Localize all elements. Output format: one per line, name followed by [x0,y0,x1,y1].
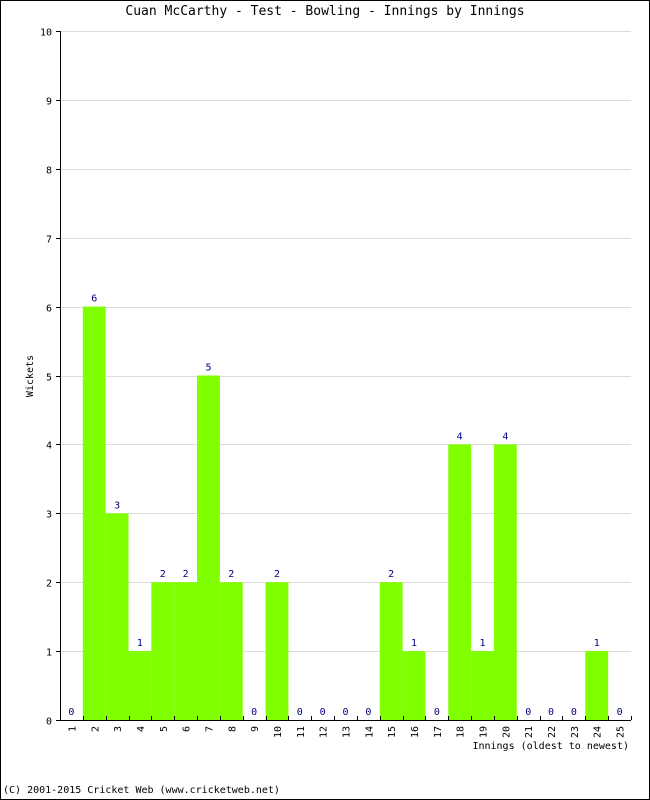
x-tick-label: 20 [501,726,512,738]
y-tick-label: 5 [46,373,52,384]
x-tick-label: 16 [410,726,421,738]
bar [585,651,609,720]
y-tick-label: 7 [46,235,52,246]
x-tick-label: 12 [319,726,330,738]
value-label: 0 [548,707,554,718]
value-label: 2 [274,569,280,580]
x-tick-label: 11 [296,726,307,738]
value-label: 5 [205,363,211,374]
value-label: 0 [297,707,303,718]
bar [219,582,243,720]
axes [56,31,632,721]
x-tick-label: 24 [593,726,604,738]
footer-copyright: (C) 2001-2015 Cricket Web (www.cricketwe… [3,785,280,796]
x-tick-label: 2 [90,726,101,732]
bar [151,582,175,720]
value-label: 1 [411,638,417,649]
bar [105,513,129,720]
x-tick-label: 19 [479,726,490,738]
x-tick-label: 9 [250,726,261,732]
y-tick-label: 3 [46,510,52,521]
y-tick-label: 10 [40,28,52,39]
x-tick-label: 17 [433,726,444,738]
value-label: 0 [434,707,440,718]
y-tick-label: 0 [46,717,52,728]
bar [174,582,198,720]
x-tick-label: 14 [364,726,375,738]
y-tick-label: 1 [46,648,52,659]
value-label: 4 [502,431,508,442]
x-tick-label: 23 [570,726,581,738]
bar [471,651,494,720]
value-label: 0 [525,707,531,718]
bar [197,375,220,720]
y-tick-label: 4 [46,441,52,452]
value-label: 2 [160,569,166,580]
value-label: 0 [571,707,577,718]
x-tick-label: 22 [547,726,558,738]
value-label: 0 [365,707,371,718]
value-label: 1 [594,638,600,649]
value-label: 3 [114,500,120,511]
x-tick-label: 15 [387,726,398,738]
value-label: 6 [91,294,97,305]
bar [265,582,289,720]
bar [402,651,426,720]
x-tick-label: 21 [524,726,535,738]
bar [379,582,403,720]
x-tick-label: 10 [273,726,284,738]
x-tick-label: 3 [113,726,124,732]
value-label: 2 [228,569,234,580]
value-label: 2 [388,569,394,580]
y-tick-label: 6 [46,304,52,315]
y-tick-label: 2 [46,579,52,590]
value-label: 1 [480,638,486,649]
x-tick-label: 25 [616,726,627,738]
value-label: 0 [617,707,623,718]
x-tick-label: 5 [159,726,170,732]
value-label: 0 [320,707,326,718]
grid-lines [60,31,631,652]
value-label: 4 [457,431,463,442]
x-tick-label: 4 [136,726,147,732]
y-tick-label: 8 [46,166,52,177]
x-tick-label: 7 [204,726,215,732]
bar [128,651,152,720]
x-axis-label: Innings (oldest to newest) [472,741,629,752]
bar [493,444,517,720]
x-tick-label: 18 [456,726,467,738]
value-label: 1 [137,638,143,649]
bar-chart: 0123456789100162331425265728092100110120… [25,28,632,752]
bar [448,444,472,720]
value-label: 0 [251,707,257,718]
x-tick-label: 8 [227,726,238,732]
x-tick-label: 6 [182,726,193,732]
value-label: 2 [183,569,189,580]
value-label: 0 [342,707,348,718]
x-tick-label: 1 [67,726,78,732]
x-tick-label: 13 [342,726,353,738]
value-label: 0 [68,707,74,718]
y-axis-label: Wickets [25,355,36,397]
y-tick-label: 9 [46,97,52,108]
bar [82,306,106,720]
